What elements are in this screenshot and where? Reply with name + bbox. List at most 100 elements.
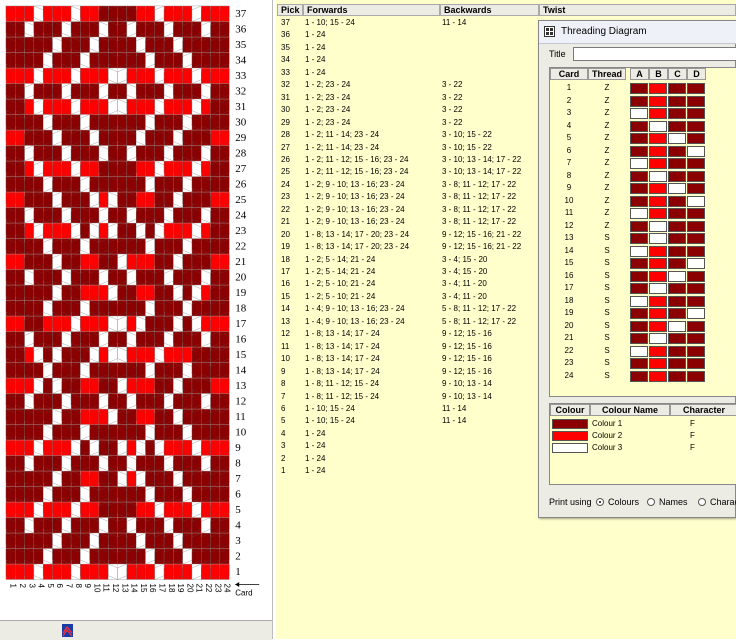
hole-b-cell[interactable] [649,295,667,307]
col-header-a[interactable]: A [630,68,649,80]
thread-direction[interactable]: S [588,370,626,382]
hole-b-cell[interactable] [649,308,667,319]
hole-a-cell[interactable] [630,270,648,282]
col-header-card[interactable]: Card [550,68,588,80]
hole-b-cell[interactable] [649,370,667,382]
pick-row[interactable]: 3 1 - 24 [276,440,576,452]
hole-c-cell[interactable] [668,295,686,307]
thread-direction[interactable]: Z [588,170,626,182]
hole-b-cell[interactable] [649,208,667,219]
thread-direction[interactable]: Z [588,207,626,219]
thread-direction[interactable]: Z [588,182,626,194]
hole-a-cell[interactable] [630,120,648,132]
hole-d-cell[interactable] [687,345,705,357]
thread-direction[interactable]: S [588,270,626,282]
pick-row[interactable]: 25 1 - 2; 11 - 12; 15 - 16; 23 - 24 3 - 10… [276,166,576,178]
pick-row[interactable]: 11 1 - 8; 13 - 14; 17 - 24 9 - 12; 15 - 16 [276,341,576,353]
pick-row[interactable]: 29 1 - 2; 23 - 24 3 - 22 [276,117,576,129]
hole-a-cell[interactable] [630,358,648,369]
hole-a-cell[interactable] [630,208,648,219]
thread-direction[interactable]: S [588,282,626,294]
hole-c-cell[interactable] [668,183,686,194]
hole-b-cell[interactable] [649,345,667,357]
hole-d-cell[interactable] [687,208,705,219]
pick-row[interactable]: 17 1 - 2; 5 - 14; 21 - 24 3 - 4; 15 - 20 [276,266,576,278]
hole-a-cell[interactable] [630,133,648,144]
pick-row[interactable]: 37 1 - 10; 15 - 24 11 - 14 [276,17,576,29]
hole-b-cell[interactable] [649,108,667,119]
col-header-twist[interactable]: Twist [539,4,736,16]
hole-b-cell[interactable] [649,220,667,232]
thread-direction[interactable]: S [588,332,626,344]
pick-row[interactable]: 35 1 - 24 [276,42,576,54]
hole-a-cell[interactable] [630,95,648,107]
thread-direction[interactable]: Z [588,195,626,207]
pick-row[interactable]: 14 1 - 4; 9 - 10; 13 - 16; 23 - 24 5 - 8; … [276,303,576,315]
pick-row[interactable]: 28 1 - 2; 11 - 14; 23 - 24 3 - 10; 15 - 22 [276,129,576,141]
pick-row[interactable]: 36 1 - 24 [276,29,576,41]
hole-b-cell[interactable] [649,120,667,132]
pick-row[interactable]: 32 1 - 2; 23 - 24 3 - 22 [276,79,576,91]
hole-a-cell[interactable] [630,195,648,207]
pick-row[interactable]: 33 1 - 24 [276,67,576,79]
hole-c-cell[interactable] [668,158,686,169]
col-header-forwards[interactable]: Forwards [303,4,440,16]
pick-row[interactable]: 12 1 - 8; 13 - 14; 17 - 24 9 - 12; 15 - 16 [276,328,576,340]
pick-row[interactable]: 22 1 - 2; 9 - 10; 13 - 16; 23 - 24 3 - 8; … [276,204,576,216]
col-header-backwards[interactable]: Backwards [440,4,539,16]
hole-c-cell[interactable] [668,358,686,369]
hole-d-cell[interactable] [687,195,705,207]
hole-c-cell[interactable] [668,320,686,332]
col-header-d[interactable]: D [687,68,706,80]
hole-a-cell[interactable] [630,283,648,294]
thread-direction[interactable]: S [588,245,626,257]
radio-characters[interactable] [698,498,706,506]
thread-direction[interactable]: Z [588,157,626,169]
hole-c-cell[interactable] [668,108,686,119]
hole-d-cell[interactable] [687,270,705,282]
hole-b-cell[interactable] [649,333,667,344]
pattern-grid[interactable]: 1234567891011121314151617181920212223242… [0,0,272,620]
hole-a-cell[interactable] [630,245,648,257]
hole-b-cell[interactable] [649,245,667,257]
hole-a-cell[interactable] [630,370,648,382]
pick-row[interactable]: 21 1 - 2; 9 - 10; 13 - 16; 23 - 24 3 - 8; … [276,216,576,228]
hole-b-cell[interactable] [649,158,667,169]
hole-c-cell[interactable] [668,120,686,132]
thread-direction[interactable]: Z [588,132,626,144]
pick-row[interactable]: 10 1 - 8; 13 - 14; 17 - 24 9 - 12; 15 - 16 [276,353,576,365]
hole-c-cell[interactable] [668,308,686,319]
hole-a-cell[interactable] [630,233,648,244]
pick-row[interactable]: 31 1 - 2; 23 - 24 3 - 22 [276,92,576,104]
hole-d-cell[interactable] [687,320,705,332]
hole-d-cell[interactable] [687,83,705,94]
col-header-pick[interactable]: Pick [277,4,303,16]
pick-row[interactable]: 7 1 - 8; 11 - 12; 15 - 24 9 - 10; 13 - 14 [276,391,576,403]
pick-row[interactable]: 1 1 - 24 [276,465,576,477]
col-header-colour-name[interactable]: Colour Name [590,404,670,416]
thread-direction[interactable]: S [588,307,626,319]
pick-row[interactable]: 5 1 - 10; 15 - 24 11 - 14 [276,415,576,427]
dialog-titlebar[interactable]: Threading Diagram [539,21,736,44]
hole-d-cell[interactable] [687,308,705,319]
hole-a-cell[interactable] [630,170,648,182]
hole-a-cell[interactable] [630,295,648,307]
radio-names[interactable] [647,498,655,506]
radio-characters-label[interactable]: Characters [710,497,736,507]
colour-swatch[interactable] [552,419,588,429]
hole-b-cell[interactable] [649,95,667,107]
hole-c-cell[interactable] [668,283,686,294]
hole-d-cell[interactable] [687,133,705,144]
thread-direction[interactable]: Z [588,120,626,132]
colour-swatch[interactable] [552,443,588,453]
radio-names-label[interactable]: Names [659,497,688,507]
pick-row[interactable]: 34 1 - 24 [276,54,576,66]
hole-a-cell[interactable] [630,158,648,169]
col-header-thread[interactable]: Thread [588,68,626,80]
hole-c-cell[interactable] [668,170,686,182]
hole-c-cell[interactable] [668,370,686,382]
hole-b-cell[interactable] [649,320,667,332]
pick-row[interactable]: 8 1 - 8; 11 - 12; 15 - 24 9 - 10; 13 - 14 [276,378,576,390]
hole-b-cell[interactable] [649,83,667,94]
hole-b-cell[interactable] [649,133,667,144]
